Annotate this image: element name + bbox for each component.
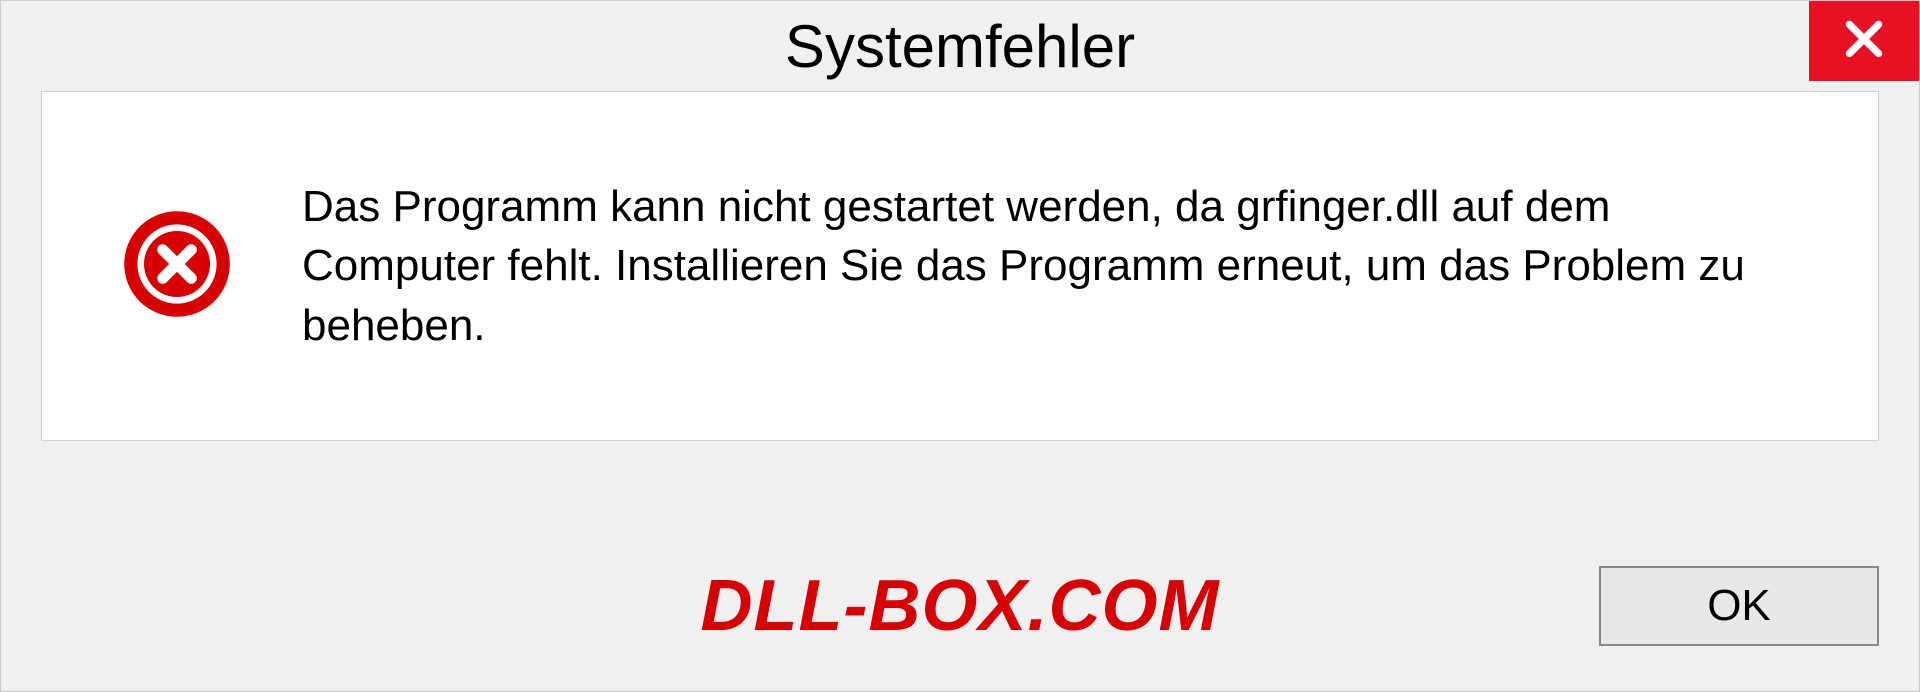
ok-button[interactable]: OK	[1599, 566, 1879, 646]
watermark-text: DLL-BOX.COM	[701, 565, 1220, 647]
content-area: Das Programm kann nicht gestartet werden…	[41, 91, 1879, 441]
dialog-title: Systemfehler	[785, 12, 1135, 81]
error-message: Das Programm kann nicht gestartet werden…	[302, 177, 1818, 355]
title-bar: Systemfehler	[1, 1, 1919, 91]
close-icon	[1839, 14, 1889, 69]
dialog-footer: DLL-BOX.COM OK	[1, 521, 1919, 691]
error-dialog: Systemfehler Das Programm kann nicht ges…	[0, 0, 1920, 692]
error-icon	[122, 209, 232, 324]
close-button[interactable]	[1809, 1, 1919, 81]
